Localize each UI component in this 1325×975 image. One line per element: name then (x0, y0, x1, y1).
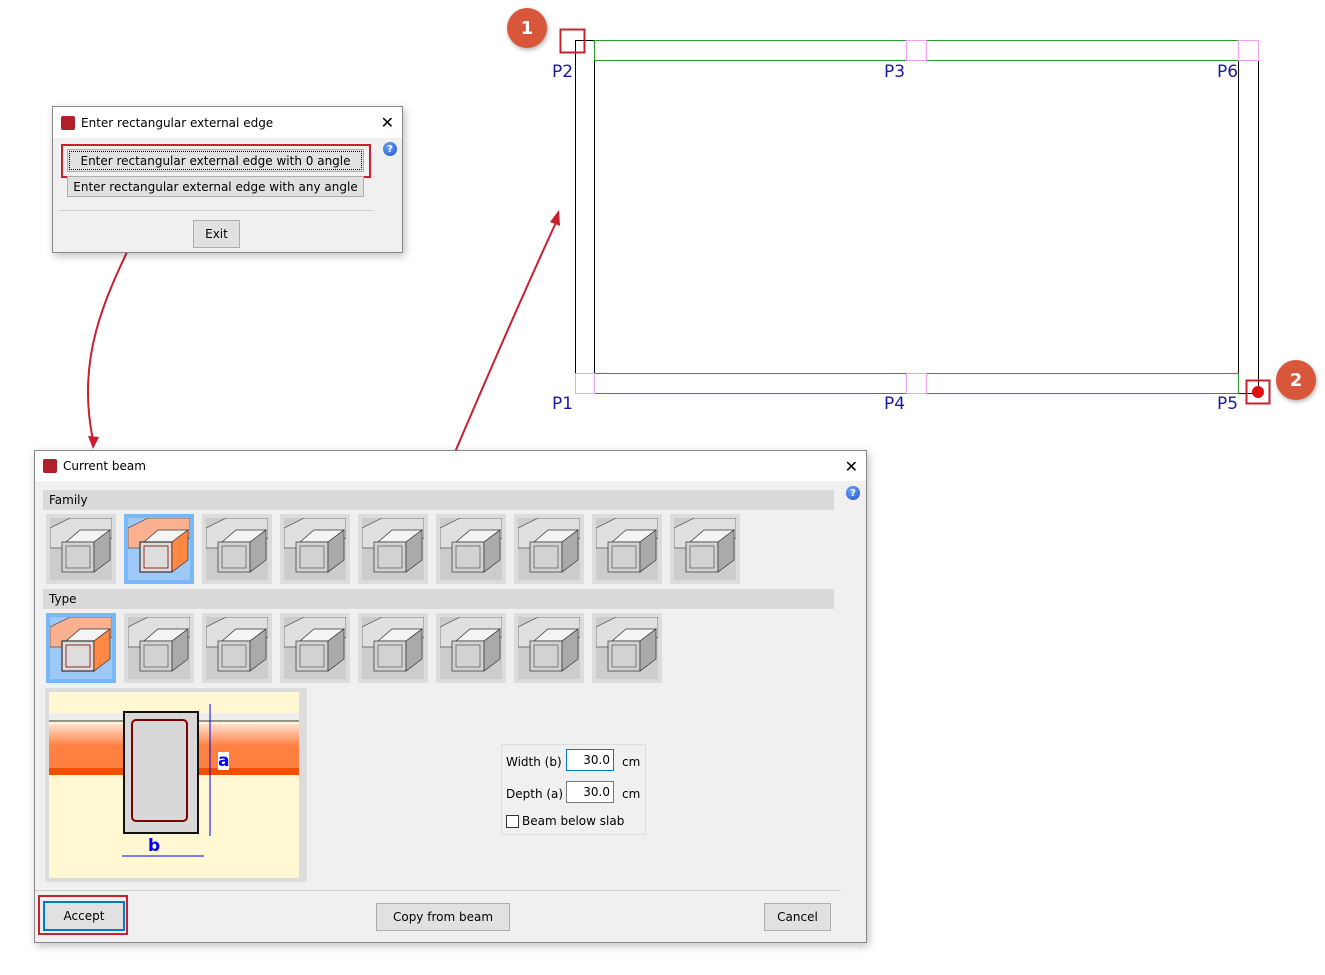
type-option-3[interactable] (202, 613, 272, 683)
current-beam-dialog: Current beam ✕ ? Family Type a b Width (… (34, 450, 867, 943)
beam-top-left (594, 40, 907, 61)
beam-thumbnail-icon (50, 518, 112, 580)
close-icon[interactable]: ✕ (845, 457, 858, 476)
point-label-p1: P1 (552, 394, 574, 414)
column-p1 (575, 373, 595, 394)
type-option-7[interactable] (514, 613, 584, 683)
beam-thumbnail-icon (128, 617, 190, 679)
beam-thumbnail-icon (362, 617, 424, 679)
point-label-p4: P4 (884, 394, 906, 414)
depth-unit: cm (622, 787, 641, 801)
depth-input[interactable] (566, 781, 614, 803)
accept-button[interactable]: Accept (43, 901, 125, 931)
type-option-6[interactable] (436, 613, 506, 683)
type-option-2[interactable] (124, 613, 194, 683)
beam-thumbnail-icon (284, 617, 346, 679)
beam-thumbnail-icon (284, 518, 346, 580)
beam-thumbnail-icon (362, 518, 424, 580)
beam-thumbnail-icon (128, 518, 190, 580)
help-icon[interactable]: ? (383, 142, 397, 156)
point-label-p6: P6 (1217, 62, 1239, 82)
family-option-3[interactable] (202, 514, 272, 584)
title-bar: Current beam ✕ (35, 451, 866, 481)
beam-thumbnail-icon (518, 617, 580, 679)
family-option-4[interactable] (280, 514, 350, 584)
family-option-9[interactable] (670, 514, 740, 584)
type-header: Type (43, 589, 834, 609)
point-label-p2: P2 (552, 62, 574, 82)
beam-thumbnail-icon (50, 617, 112, 679)
family-option-8[interactable] (592, 514, 662, 584)
column-p4 (906, 373, 927, 394)
family-option-6[interactable] (436, 514, 506, 584)
beam-bottom-left (594, 373, 907, 394)
beam-thumbnail-icon (596, 518, 658, 580)
column-p3 (906, 40, 927, 61)
width-unit: cm (622, 755, 641, 769)
dialog-title: Enter rectangular external edge (81, 115, 274, 130)
app-icon (43, 459, 57, 473)
beam-thumbnail-icon (440, 518, 502, 580)
width-input[interactable] (566, 749, 614, 771)
separator (58, 210, 374, 211)
point-label-p5: P5 (1217, 394, 1239, 414)
cancel-button[interactable]: Cancel (764, 903, 831, 931)
dialog-title: Current beam (63, 459, 146, 473)
family-option-5[interactable] (358, 514, 428, 584)
copy-from-beam-button[interactable]: Copy from beam (376, 903, 510, 931)
family-option-2[interactable] (124, 514, 194, 584)
beam-top-right (926, 40, 1239, 61)
step-badge-1: 1 (507, 8, 547, 48)
title-bar: Enter rectangular external edge ✕ (53, 107, 402, 138)
close-icon[interactable]: ✕ (381, 113, 394, 132)
dimension-fields: Width (b) cm Depth (a) cm Beam below sla… (501, 744, 646, 835)
type-option-1[interactable] (46, 613, 116, 683)
inner-edge (594, 60, 1239, 374)
family-header: Family (43, 490, 834, 510)
beam-thumbnail-icon (206, 617, 268, 679)
edge-dialog: Enter rectangular external edge ✕ Enter … (52, 106, 403, 253)
type-option-5[interactable] (358, 613, 428, 683)
depth-label: Depth (a) (506, 787, 564, 801)
beam-below-slab-checkbox[interactable] (506, 815, 519, 828)
outer-edge (575, 40, 1259, 394)
point-label-p3: P3 (884, 62, 906, 82)
dimension-b-label: b (148, 836, 161, 856)
beam-thumbnail-icon (518, 518, 580, 580)
highlight-box (61, 144, 371, 178)
separator (35, 890, 841, 891)
beam-bottom-right (926, 373, 1239, 394)
edge-any-angle-button[interactable]: Enter rectangular external edge with any… (67, 176, 364, 197)
beam-thumbnail-icon (674, 518, 736, 580)
beam-below-slab-label: Beam below slab (522, 814, 625, 828)
family-option-7[interactable] (514, 514, 584, 584)
help-icon[interactable]: ? (846, 486, 860, 500)
family-option-1[interactable] (46, 514, 116, 584)
exit-button[interactable]: Exit (193, 220, 240, 248)
type-option-8[interactable] (592, 613, 662, 683)
section-diagram: a b (45, 688, 307, 882)
column-p6 (1238, 40, 1259, 61)
type-option-4[interactable] (280, 613, 350, 683)
beam-thumbnail-icon (596, 617, 658, 679)
beam-thumbnail-icon (440, 617, 502, 679)
dimension-a-label: a (218, 751, 230, 771)
app-icon (61, 115, 75, 130)
step-badge-2: 2 (1276, 360, 1316, 400)
cursor-point-icon (1252, 386, 1264, 398)
beam-thumbnail-icon (206, 518, 268, 580)
width-label: Width (b) (506, 755, 562, 769)
